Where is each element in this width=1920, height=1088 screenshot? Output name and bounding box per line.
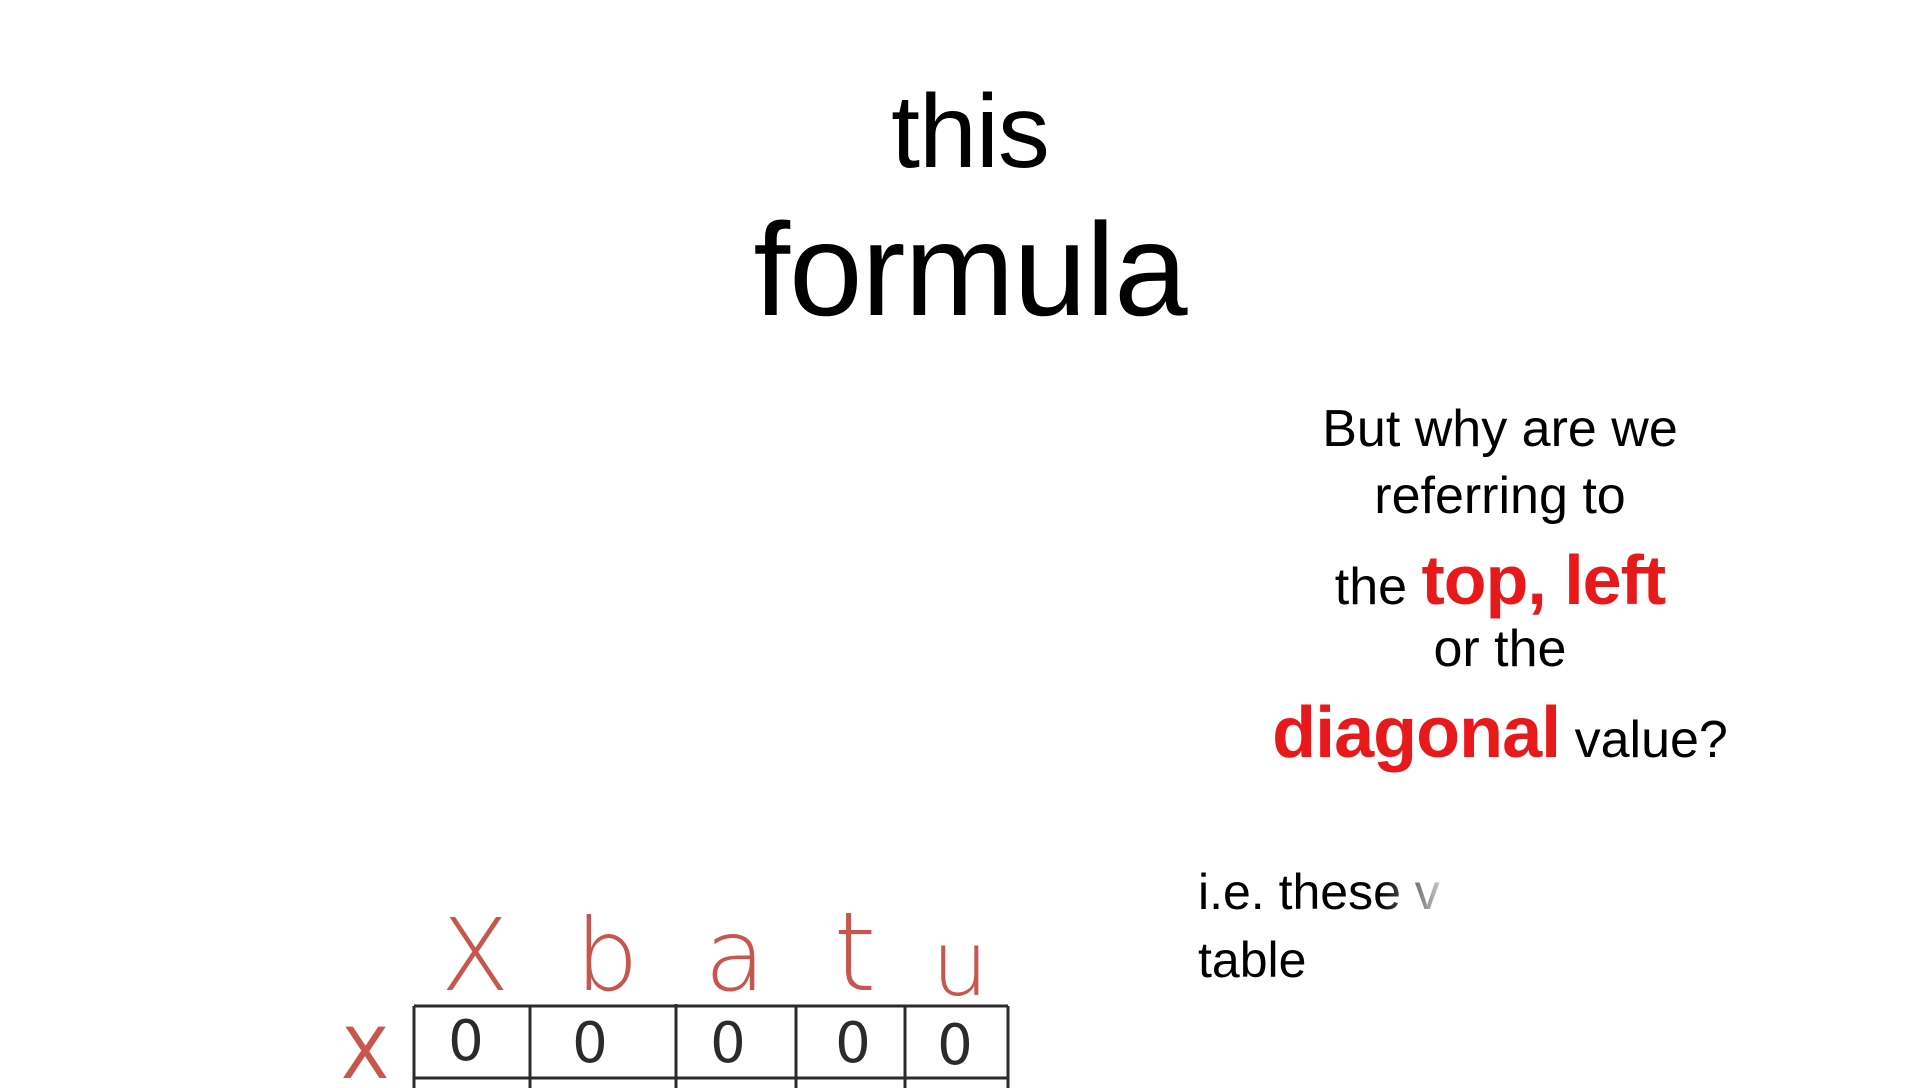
cell-3: 0: [835, 1011, 871, 1076]
slide-title-line-2: formula: [753, 196, 1187, 343]
question-line-3: the top, left: [1200, 540, 1800, 627]
question-the-prefix: the: [1334, 558, 1408, 616]
question-line-4: or the: [1433, 620, 1567, 678]
column-header-0: X: [441, 897, 510, 1014]
cell-1: 0: [572, 1011, 608, 1076]
column-header-4: u: [931, 912, 988, 1017]
handwritten-dp-table: X b a t u X 0 0 0 0 0: [341, 888, 1010, 1088]
note-line-2: table: [1198, 932, 1307, 988]
highlight-top-left: top, left: [1421, 541, 1667, 619]
cell-2: 0: [710, 1011, 746, 1076]
column-header-1: b: [575, 897, 638, 1014]
question-value-suffix: value?: [1574, 711, 1728, 769]
note-line-1: i.e. these v: [1198, 864, 1440, 920]
slide: this formula But why are we referring to…: [0, 0, 1920, 1088]
cell-4: 0: [937, 1013, 973, 1078]
column-header-2: a: [704, 897, 765, 1014]
question-line-5: diagonal value?: [1180, 692, 1820, 781]
highlight-diagonal: diagonal: [1272, 693, 1561, 773]
column-headers: X b a t u: [441, 888, 989, 1017]
row-header: X: [341, 1013, 389, 1088]
first-row-cells: 0 0 0 0 0: [448, 1009, 973, 1078]
question-line-1: But why are we: [1322, 400, 1678, 458]
cell-0: 0: [448, 1009, 484, 1074]
slide-title-line-1: this: [891, 74, 1050, 190]
question-line-2: referring to: [1374, 467, 1626, 525]
column-header-3: t: [833, 888, 876, 1016]
